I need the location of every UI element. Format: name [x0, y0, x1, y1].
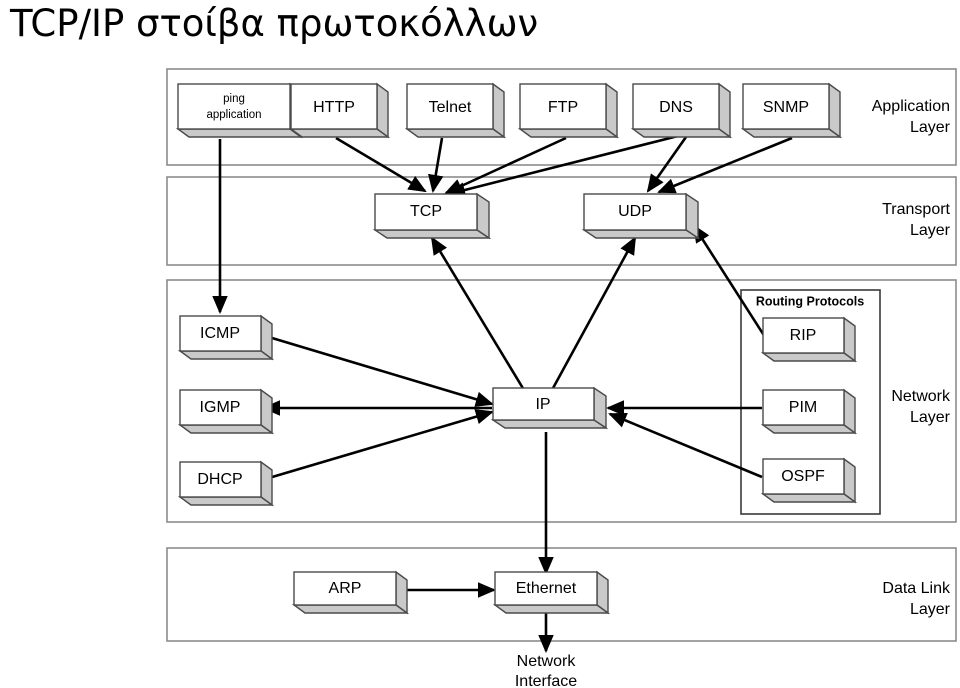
box-udp[interactable]: UDP: [581, 192, 701, 240]
box-ethernet[interactable]: Ethernet: [492, 570, 611, 615]
box-arp-label: ARP: [329, 580, 362, 597]
box-ftp[interactable]: FTP: [517, 82, 620, 139]
layer-transport: Transport Layer: [166, 176, 957, 266]
box-ethernet-label: Ethernet: [516, 580, 577, 597]
box-ospf[interactable]: OSPF: [760, 457, 858, 504]
box-tcp-label: TCP: [410, 203, 442, 220]
layer-network-label-line2: Layer: [910, 409, 951, 426]
box-ping-application-label-line2: application: [207, 109, 262, 121]
layer-application-label-line1: Application: [872, 98, 950, 115]
layer-datalink-label-line2: Layer: [910, 601, 951, 618]
box-icmp-label: ICMP: [200, 325, 240, 342]
tcpip-stack-diagram: Application Layer Transport Layer Networ…: [166, 68, 957, 688]
box-dhcp-label: DHCP: [197, 471, 242, 488]
diagram-page: TCP/IP στοίβα πρωτοκόλλων Application La…: [0, 0, 960, 688]
box-ip-label: IP: [535, 396, 550, 413]
box-udp-label: UDP: [618, 203, 652, 220]
layer-datalink-label-line1: Data Link: [882, 580, 951, 597]
box-ftp-label: FTP: [548, 99, 578, 116]
box-http[interactable]: HTTP: [288, 82, 391, 139]
box-igmp[interactable]: IGMP: [177, 388, 275, 435]
box-telnet-label: Telnet: [429, 99, 472, 116]
box-telnet[interactable]: Telnet: [404, 82, 507, 139]
box-igmp-label: IGMP: [200, 399, 241, 416]
box-snmp-label: SNMP: [763, 99, 809, 116]
box-pim[interactable]: PIM: [760, 388, 858, 435]
box-tcp[interactable]: TCP: [372, 192, 492, 240]
box-ospf-label: OSPF: [781, 468, 825, 485]
layer-network-label-line1: Network: [891, 388, 951, 405]
box-snmp[interactable]: SNMP: [740, 82, 843, 139]
box-pim-label: PIM: [789, 399, 817, 416]
box-dns[interactable]: DNS: [630, 82, 733, 139]
routing-protocols-label: Routing Protocols: [756, 294, 864, 308]
network-interface-label-line2: Interface: [515, 673, 577, 688]
box-rip[interactable]: RIP: [760, 316, 858, 363]
box-http-label: HTTP: [313, 99, 355, 116]
box-dns-label: DNS: [659, 99, 693, 116]
box-dhcp[interactable]: DHCP: [177, 460, 275, 507]
box-ip[interactable]: IP: [490, 386, 609, 430]
network-interface-label: Network Interface: [515, 653, 577, 688]
network-interface-label-line1: Network: [517, 653, 577, 670]
box-ping-application[interactable]: ping application: [175, 82, 304, 139]
layer-transport-label-line1: Transport: [882, 201, 950, 218]
layer-transport-label-line2: Layer: [910, 222, 951, 239]
box-rip-label: RIP: [790, 327, 817, 344]
box-icmp[interactable]: ICMP: [177, 314, 275, 361]
layer-application-label-line2: Layer: [910, 119, 951, 136]
box-arp[interactable]: ARP: [291, 570, 410, 615]
box-ping-application-label-line1: ping: [223, 93, 245, 105]
